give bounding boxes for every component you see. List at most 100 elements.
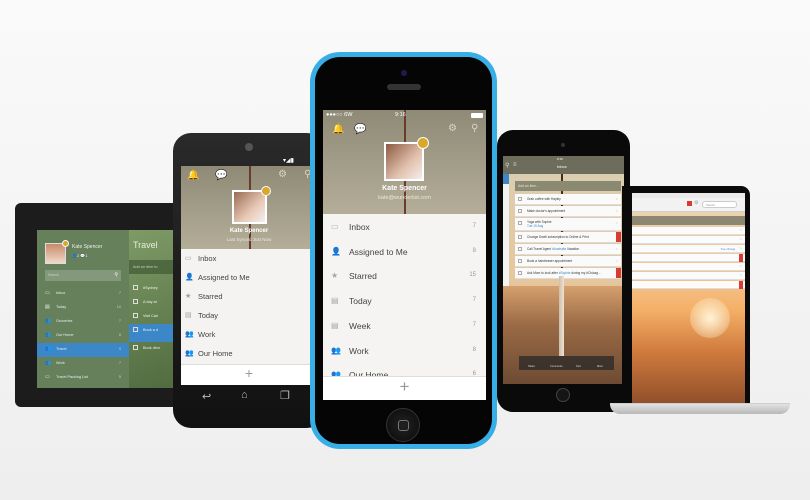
- task-item[interactable]: Call Travel Agent #Australia Vacation ☆: [515, 244, 621, 255]
- star-icon[interactable]: ☆: [739, 237, 742, 241]
- task-checkbox[interactable]: [518, 247, 522, 251]
- avatar[interactable]: [384, 137, 429, 181]
- task-row[interactable]: Tue 19 Aug ☆: [632, 245, 745, 253]
- star-icon[interactable]: ☆: [739, 228, 742, 232]
- task-checkbox[interactable]: [133, 345, 138, 350]
- list-item-inbox[interactable]: ▭ Inbox: [181, 249, 317, 268]
- starred-flag-icon[interactable]: [616, 232, 621, 242]
- calendar-icon: ▤: [331, 320, 339, 330]
- list-item-work[interactable]: 👥 Work: [181, 325, 317, 344]
- bell-icon[interactable]: 🔔: [332, 124, 344, 135]
- starred-flag-icon[interactable]: [739, 254, 743, 262]
- task-item[interactable]: Book a hairdresser appointment ☆: [515, 256, 621, 267]
- add-list-button[interactable]: +: [323, 376, 486, 400]
- task-row[interactable]: [632, 281, 745, 289]
- star-icon[interactable]: ☆: [615, 247, 618, 251]
- avatar[interactable]: [45, 240, 69, 264]
- star-icon[interactable]: ☆: [739, 264, 742, 268]
- sidebar-item-travel[interactable]: 👥 Travel 9: [37, 343, 129, 357]
- list-item-our-home[interactable]: 👥 Our Home: [181, 344, 317, 363]
- gear-icon[interactable]: ⚙: [278, 169, 287, 180]
- list-title: Travel: [133, 240, 158, 250]
- task-checkbox[interactable]: [133, 313, 138, 318]
- add-list-button[interactable]: +: [181, 364, 317, 385]
- search-icon[interactable]: ⚲: [114, 272, 118, 278]
- star-icon[interactable]: ☆: [739, 273, 742, 277]
- rail-selected-item[interactable]: [503, 174, 509, 184]
- home-square-icon: [398, 420, 409, 431]
- task-checkbox[interactable]: [518, 235, 522, 239]
- task-row[interactable]: ☆: [632, 263, 745, 271]
- list-item-inbox[interactable]: ▭ Inbox 7: [323, 215, 486, 240]
- list-item-work[interactable]: 👥 Work 8: [323, 339, 486, 364]
- task-checkbox[interactable]: [133, 327, 138, 332]
- list-item-today[interactable]: ▤ Today: [181, 306, 317, 325]
- sidebar-item-today[interactable]: ▤ Today 10: [37, 301, 129, 315]
- gear-icon[interactable]: ⚙: [448, 123, 457, 134]
- task-row[interactable]: ☆: [632, 227, 745, 235]
- comment-icon[interactable]: 💬: [215, 170, 227, 181]
- sidebar-item-our-home[interactable]: 👥 Our Home 6: [37, 329, 129, 343]
- task-item[interactable]: Yoga with Sophie Tue 19 Aug ☆: [515, 218, 621, 231]
- sidebar-item-work[interactable]: 👥 Work 7: [37, 357, 129, 371]
- task-item[interactable]: Grab coffee with Hayley ☆: [515, 194, 621, 205]
- star-icon[interactable]: ☆: [739, 246, 742, 250]
- list-item-assigned[interactable]: 👤 Assigned to Me 8: [323, 240, 486, 265]
- sidebar-item-travel-packing-list[interactable]: ▭ Travel Packing List 5: [37, 371, 129, 385]
- task-checkbox[interactable]: [518, 259, 522, 263]
- add-item-input[interactable]: Add an item...: [515, 181, 621, 191]
- notification-icon[interactable]: [687, 201, 692, 206]
- starred-flag-icon[interactable]: [739, 281, 743, 289]
- iphone-header: ●●●○○ 6W 9:16 🔔 💬 ⚙ ⚲ Kate Spencer kate@…: [323, 110, 486, 214]
- home-button[interactable]: [556, 388, 570, 402]
- back-icon[interactable]: ↩: [202, 390, 211, 403]
- task-item[interactable]: Change Dwell subscription to Online & Pr…: [515, 232, 621, 243]
- sidebar-item-groceries[interactable]: 👥 Groceries 7: [37, 315, 129, 329]
- task-checkbox[interactable]: [518, 221, 522, 225]
- recent-apps-icon[interactable]: ❐: [280, 389, 290, 402]
- task-item[interactable]: Ask Mom to look after #Sophie during my …: [515, 268, 621, 279]
- people-icon: 👥: [45, 318, 52, 324]
- gear-icon[interactable]: ⚙: [694, 200, 698, 206]
- share-button[interactable]: Share: [528, 365, 535, 368]
- task-checkbox[interactable]: [518, 271, 522, 275]
- starred-flag-icon[interactable]: [616, 268, 621, 278]
- task-row[interactable]: ☆: [632, 272, 745, 280]
- task-checkbox[interactable]: [518, 197, 522, 201]
- front-camera: [401, 70, 407, 76]
- star-icon[interactable]: ☆: [615, 221, 618, 225]
- home-icon[interactable]: ⌂: [241, 389, 248, 401]
- list-icon: ▭: [45, 374, 50, 380]
- task-row[interactable]: [632, 254, 745, 262]
- comments-button[interactable]: Comments: [550, 365, 563, 368]
- sidebar-item-inbox[interactable]: ▭ Inbox 7: [37, 287, 129, 301]
- list-item-today[interactable]: ▤ Today 7: [323, 289, 486, 314]
- task-item[interactable]: Make doctor's appointment ☆: [515, 206, 621, 217]
- inbox-icon: ▭: [45, 290, 50, 296]
- search-icon[interactable]: ⚲: [471, 123, 478, 134]
- avatar[interactable]: [232, 186, 271, 224]
- list-item-assigned[interactable]: 👤 Assigned to Me: [181, 268, 317, 287]
- task-checkbox[interactable]: [133, 285, 138, 290]
- sort-button[interactable]: Sort: [576, 365, 581, 368]
- list-header-band: [632, 216, 745, 225]
- menu-icon[interactable]: ≡: [513, 162, 517, 168]
- list-item-week[interactable]: ▤ Week 7: [323, 314, 486, 339]
- task-checkbox[interactable]: [133, 299, 138, 304]
- home-button[interactable]: [386, 408, 420, 442]
- list-item-starred[interactable]: ★ Starred 15: [323, 264, 486, 289]
- comment-icon[interactable]: 💬: [354, 124, 366, 135]
- star-icon[interactable]: ☆: [615, 259, 618, 263]
- list-item-starred[interactable]: ★ Starred: [181, 287, 317, 306]
- bell-icon[interactable]: 🔔: [187, 170, 199, 181]
- search-icon[interactable]: ⚲: [505, 162, 509, 169]
- task-row[interactable]: ☆: [632, 236, 745, 244]
- search-input[interactable]: Search ⚲: [45, 270, 121, 281]
- star-icon[interactable]: ☆: [615, 209, 618, 213]
- task-checkbox[interactable]: [518, 209, 522, 213]
- macbook-base: [610, 404, 790, 414]
- star-icon[interactable]: ☆: [615, 197, 618, 201]
- more-button[interactable]: More: [597, 365, 603, 368]
- search-input[interactable]: Search: [702, 201, 737, 208]
- front-camera: [245, 143, 253, 151]
